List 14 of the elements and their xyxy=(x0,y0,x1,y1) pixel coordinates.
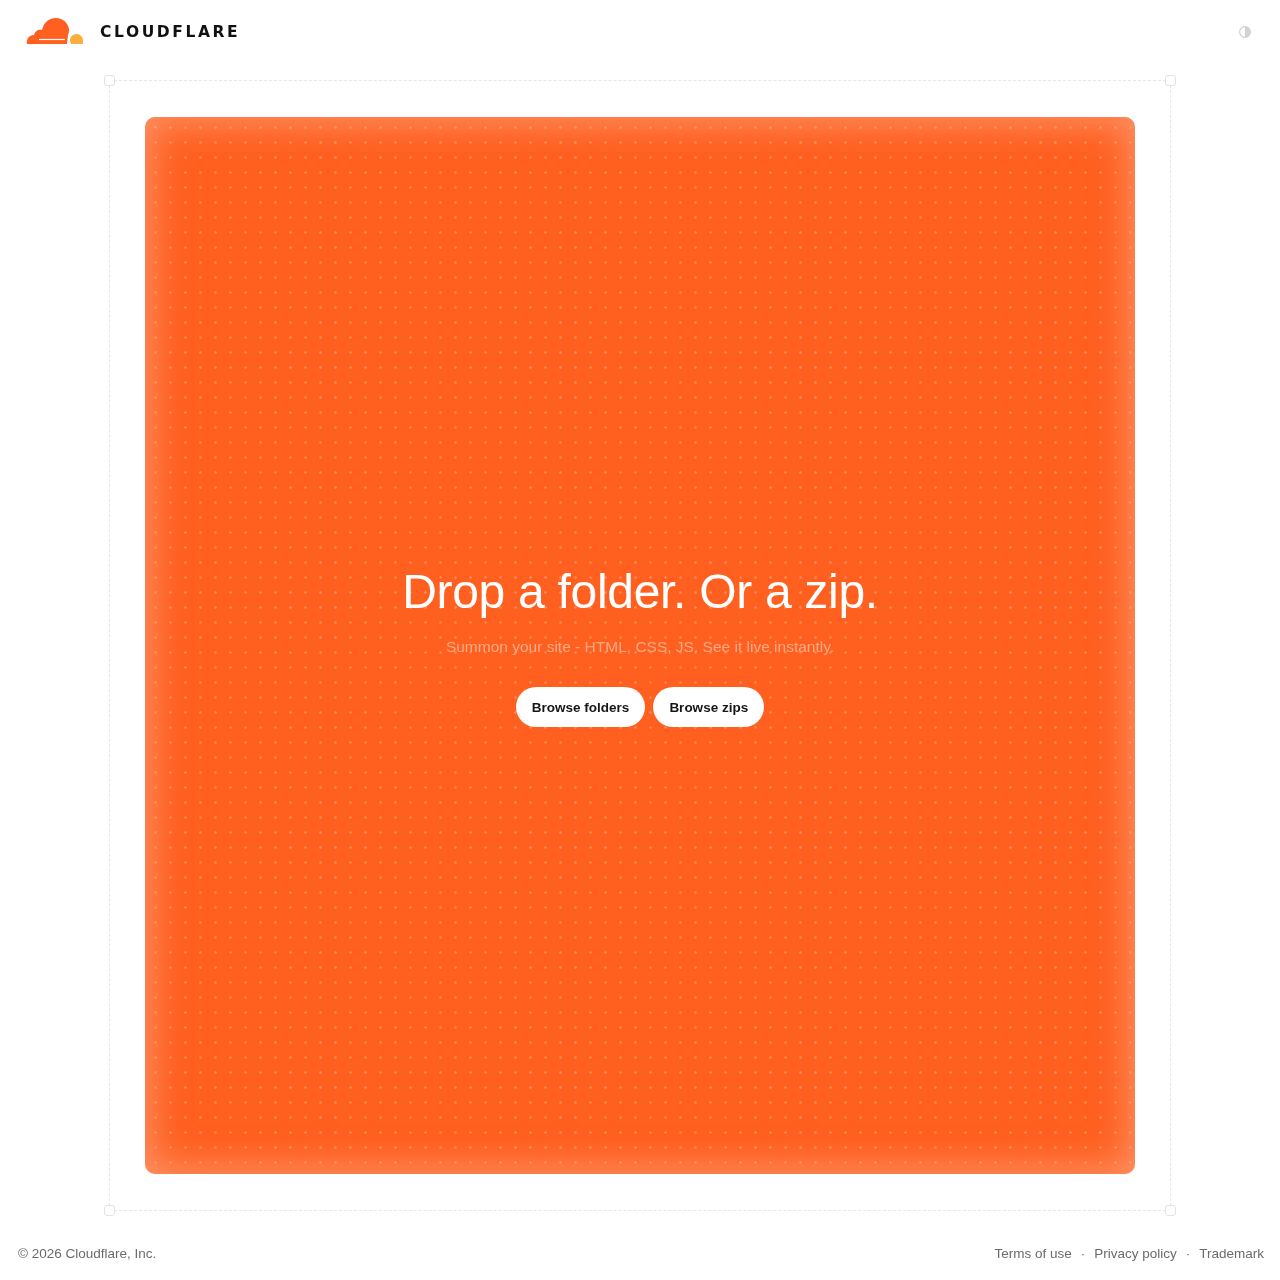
footer-link[interactable]: Terms of use xyxy=(994,1246,1072,1261)
separator-dot: · xyxy=(1080,1246,1086,1261)
separator-dot: · xyxy=(1185,1246,1191,1261)
cloud-logo-icon xyxy=(25,17,83,45)
browse-button[interactable]: Browse zips xyxy=(653,687,765,728)
footer-link[interactable]: Trademark xyxy=(1199,1246,1264,1261)
copyright-text: © 2026 Cloudflare, Inc. xyxy=(18,1246,157,1261)
drop-zone-title: Drop a folder. Or a zip. xyxy=(402,563,878,619)
drop-zone[interactable]: Drop a folder. Or a zip. Summon your site - HTML, CSS, JS. See it live instantly. Browse folders Browse zips xyxy=(145,117,1135,1174)
contrast-icon[interactable] xyxy=(1239,26,1251,38)
drop-zone-subtitle: Summon your site - HTML, CSS, JS. See it live instantly. xyxy=(445,637,835,657)
footer-link[interactable]: Privacy policy xyxy=(1094,1246,1177,1261)
brand-name: CLOUDFLARE xyxy=(100,23,241,41)
browse-button[interactable]: Browse folders xyxy=(515,687,646,728)
